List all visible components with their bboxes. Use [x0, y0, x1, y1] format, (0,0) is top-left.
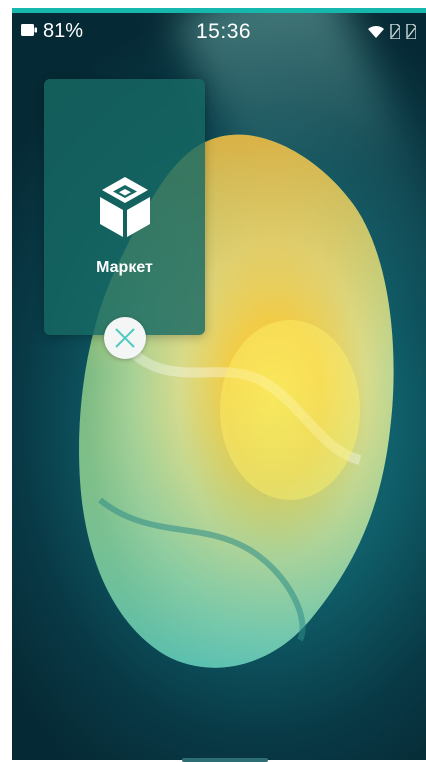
market-logo-icon [100, 177, 150, 237]
close-app-button[interactable] [104, 317, 146, 359]
top-accent-bar [12, 8, 426, 13]
battery-icon [21, 24, 37, 36]
app-label: Маркет [96, 259, 153, 276]
clock-time: 15:36 [196, 20, 252, 43]
home-indicator[interactable] [182, 758, 268, 762]
wifi-icon [368, 26, 384, 38]
recent-app-card-market[interactable]: Маркет [44, 79, 205, 335]
sim1-icon [390, 24, 400, 39]
status-bar: 81% 15:36 [12, 14, 426, 48]
close-icon [115, 328, 135, 348]
sim2-icon [406, 24, 416, 39]
battery-percentage: 81% [43, 20, 84, 42]
